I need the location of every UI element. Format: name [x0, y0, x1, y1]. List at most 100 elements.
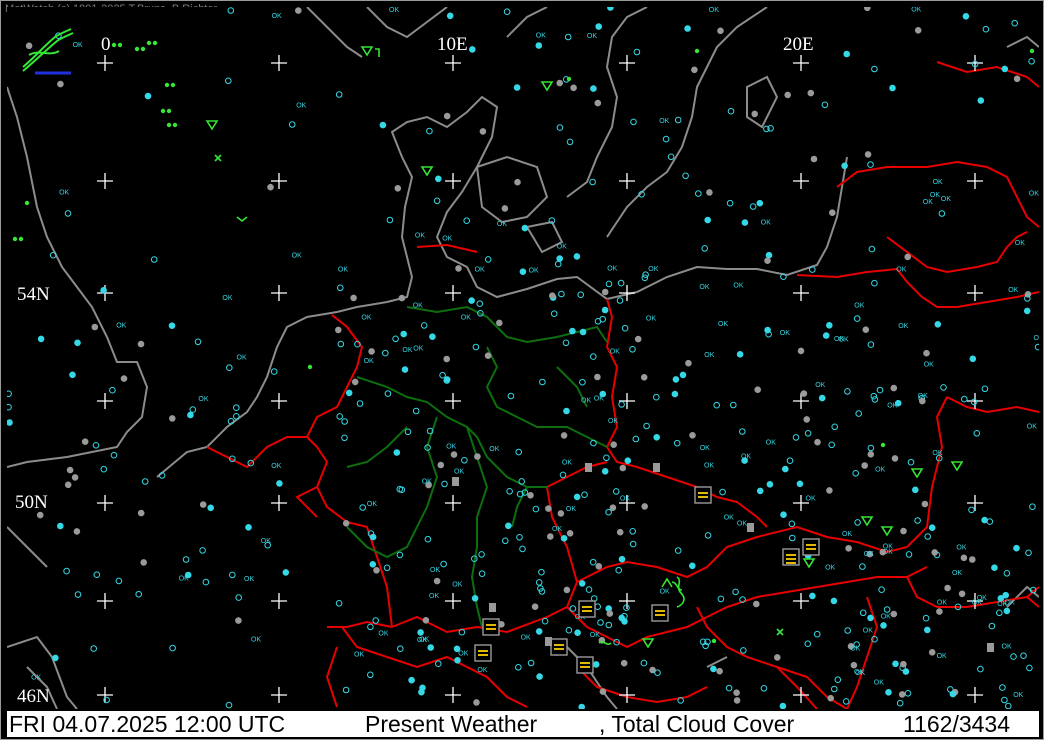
station-marker[interactable]	[235, 617, 242, 624]
station-marker[interactable]	[610, 441, 618, 449]
station-marker[interactable]	[569, 605, 577, 612]
station-marker[interactable]	[923, 349, 930, 357]
station-marker[interactable]	[804, 430, 812, 437]
station-marker[interactable]	[427, 644, 435, 651]
station-marker[interactable]	[484, 256, 492, 263]
station-ok-label[interactable]: OK	[590, 632, 600, 639]
station-marker[interactable]	[867, 341, 875, 348]
station-marker[interactable]	[809, 592, 816, 600]
station-marker[interactable]	[969, 355, 977, 363]
station-marker[interactable]	[335, 326, 342, 334]
station-marker[interactable]	[844, 388, 851, 395]
station-marker[interactable]	[36, 511, 44, 519]
station-marker[interactable]	[883, 606, 891, 613]
station-marker[interactable]	[949, 690, 957, 698]
station-marker[interactable]	[560, 432, 568, 439]
station-marker[interactable]	[336, 413, 344, 420]
station-marker[interactable]	[809, 266, 816, 273]
station-marker[interactable]	[629, 528, 637, 535]
station-ok-label[interactable]: OK	[521, 634, 531, 641]
station-marker[interactable]	[891, 455, 899, 462]
station-marker[interactable]	[590, 85, 597, 92]
station-ok-label[interactable]: OK	[430, 567, 440, 574]
station-marker[interactable]	[473, 699, 480, 706]
station-marker[interactable]	[717, 595, 725, 603]
station-marker[interactable]	[736, 351, 744, 358]
station-marker[interactable]	[184, 571, 192, 579]
station-ok-label[interactable]: OK	[855, 670, 865, 677]
station-ok-label[interactable]: OK	[972, 599, 982, 606]
station-marker[interactable]	[605, 280, 613, 288]
station-ok-label[interactable]: OK	[834, 336, 844, 343]
station-marker[interactable]	[704, 216, 712, 224]
station-ok-label[interactable]: OK	[646, 316, 656, 323]
station-marker[interactable]	[1023, 307, 1031, 315]
station-marker[interactable]	[829, 209, 836, 216]
station-marker[interactable]	[960, 554, 968, 562]
station-marker[interactable]	[100, 287, 107, 294]
station-marker[interactable]	[924, 626, 931, 634]
station-marker[interactable]	[382, 349, 389, 357]
station-marker[interactable]	[674, 116, 682, 124]
station-marker[interactable]	[578, 580, 586, 587]
station-marker[interactable]	[843, 50, 851, 58]
station-marker[interactable]	[92, 442, 100, 449]
station-marker[interactable]	[754, 386, 762, 394]
station-marker[interactable]	[187, 411, 194, 419]
station-marker[interactable]	[695, 190, 702, 197]
station-marker[interactable]	[424, 535, 432, 543]
station-marker[interactable]	[199, 501, 207, 508]
station-marker[interactable]	[936, 608, 943, 615]
station-marker[interactable]	[71, 474, 79, 481]
station-ok-label[interactable]: OK	[402, 347, 412, 354]
station-ok-label[interactable]: OK	[700, 445, 710, 452]
station-marker[interactable]	[624, 457, 632, 465]
station-marker[interactable]	[521, 224, 529, 232]
weather-map[interactable]: OK OK OK OK OK OK OK OK OK OK OK OK OK OK OK OK OK OK OK OK…	[7, 7, 1039, 709]
station-marker[interactable]	[443, 112, 451, 120]
station-marker[interactable]	[335, 91, 343, 98]
station-marker[interactable]	[461, 457, 468, 464]
station-ok-label[interactable]: OK	[699, 284, 709, 291]
station-marker[interactable]	[233, 404, 240, 412]
station-marker[interactable]	[804, 640, 812, 648]
station-marker[interactable]	[429, 333, 436, 341]
station-ok-label[interactable]: OK	[222, 295, 232, 302]
station-marker[interactable]	[556, 255, 564, 262]
station-marker[interactable]	[557, 510, 565, 517]
station-ok-label[interactable]: OK	[31, 674, 41, 681]
station-marker[interactable]	[566, 530, 574, 537]
station-marker[interactable]	[446, 12, 454, 20]
station-marker[interactable]	[396, 551, 404, 559]
station-marker[interactable]	[922, 614, 930, 622]
station-marker[interactable]	[351, 378, 359, 386]
station-marker[interactable]	[73, 528, 81, 535]
station-marker[interactable]	[864, 7, 871, 12]
station-marker[interactable]	[1001, 696, 1008, 704]
station-ok-label[interactable]: OK	[724, 515, 734, 522]
station-marker[interactable]	[472, 343, 480, 351]
station-marker[interactable]	[226, 364, 233, 372]
station-ok-label[interactable]: OK	[911, 7, 921, 14]
station-ok-label[interactable]: OK	[874, 680, 884, 687]
station-marker[interactable]	[369, 561, 377, 568]
station-marker[interactable]	[507, 392, 515, 400]
station-ok-label[interactable]: OK	[1029, 191, 1039, 198]
station-marker[interactable]	[797, 347, 805, 355]
station-ok-label[interactable]: OK	[806, 496, 816, 503]
station-ok-label[interactable]: OK	[272, 13, 282, 20]
station-marker[interactable]	[384, 390, 392, 397]
station-marker[interactable]	[726, 199, 734, 207]
station-ok-label[interactable]: OK	[704, 463, 714, 470]
station-marker[interactable]	[433, 577, 441, 585]
station-marker[interactable]	[606, 610, 614, 617]
station-marker[interactable]	[168, 322, 176, 330]
station-marker[interactable]	[753, 600, 760, 608]
station-marker[interactable]	[620, 659, 628, 667]
station-marker[interactable]	[999, 684, 1006, 691]
station-ok-label[interactable]: OK	[608, 418, 618, 425]
map-canvas[interactable]: OK OK OK OK OK OK OK OK OK OK OK OK OK OK OK OK OK OK OK OK…	[7, 7, 1039, 709]
station-ok-label[interactable]: OK	[529, 268, 539, 275]
station-marker[interactable]	[532, 505, 540, 513]
station-ok-label[interactable]: OK	[413, 303, 423, 310]
